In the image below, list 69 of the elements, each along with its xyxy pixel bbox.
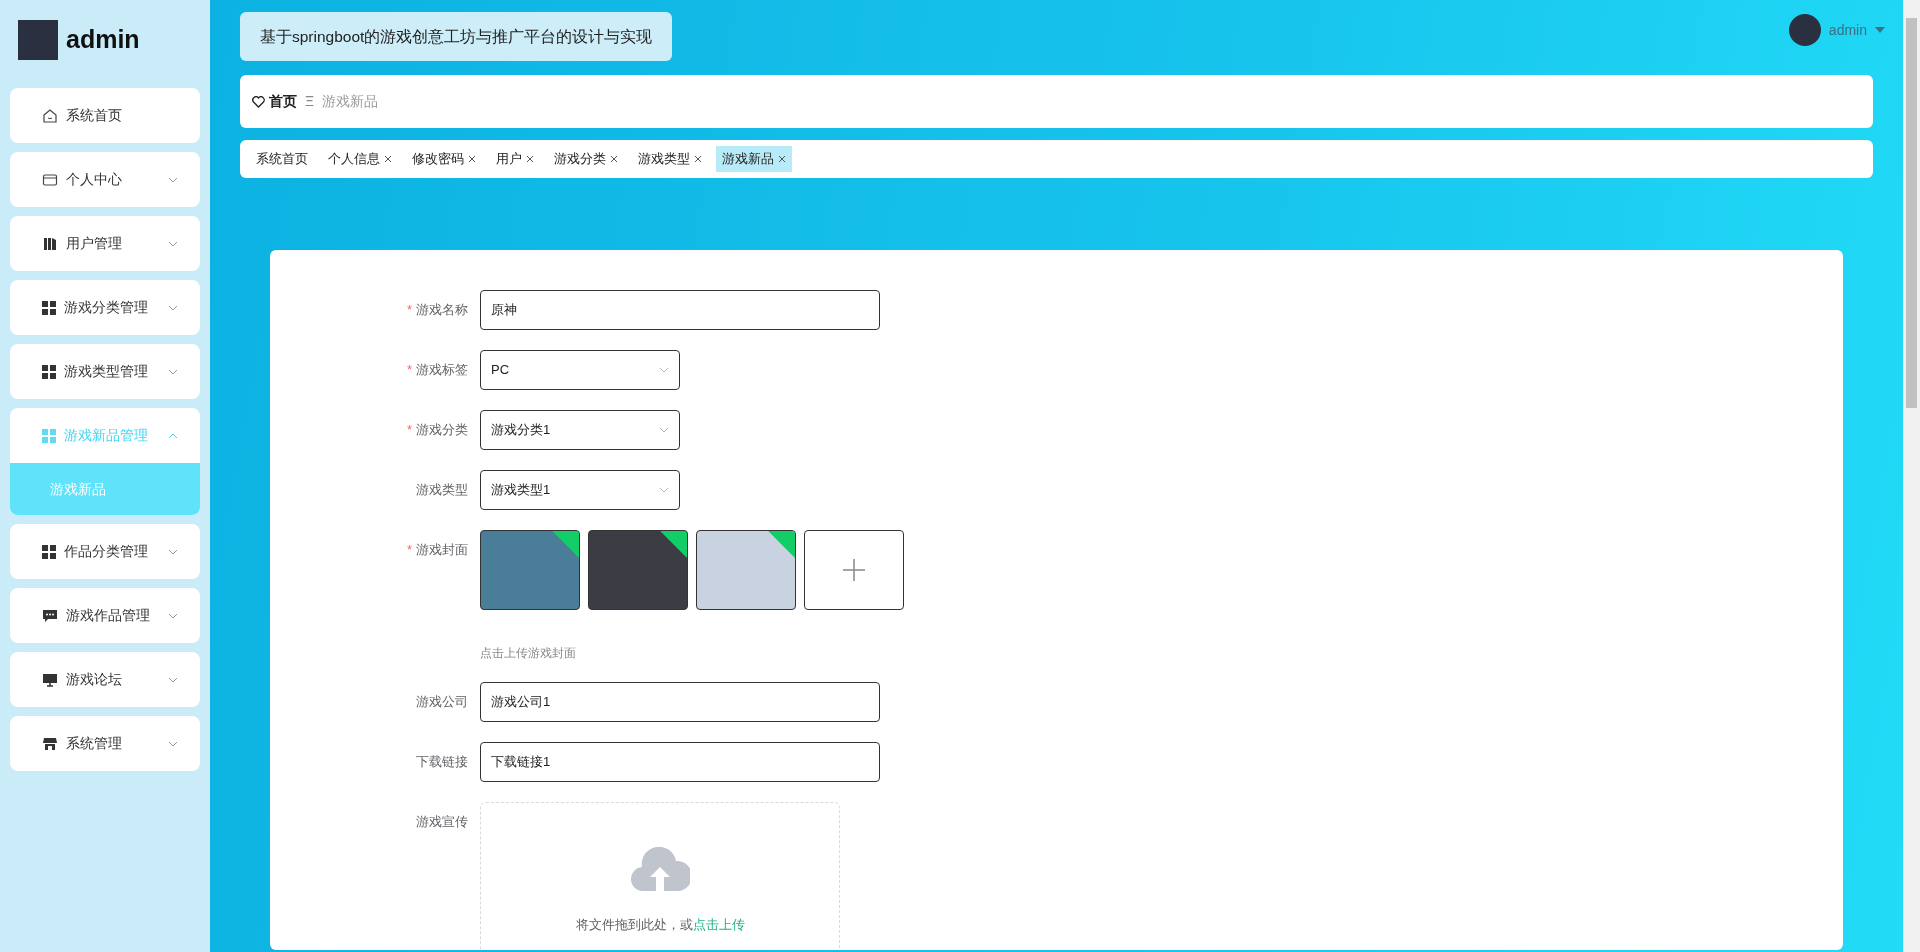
grid-icon xyxy=(42,364,56,379)
text-input[interactable]: 下载链接1 xyxy=(480,742,880,782)
menu-item[interactable]: 游戏分类管理 xyxy=(10,280,200,335)
required-mark: * xyxy=(406,542,412,557)
menu-item[interactable]: 作品分类管理 xyxy=(10,524,200,579)
close-icon[interactable] xyxy=(526,155,534,163)
scrollbar[interactable] xyxy=(1903,0,1920,952)
books-icon xyxy=(42,235,58,252)
field-label: * 游戏封面 xyxy=(405,541,469,559)
menu-item[interactable]: 游戏论坛 xyxy=(10,652,200,707)
chevron-icon xyxy=(659,487,669,493)
required-mark: * xyxy=(406,362,412,377)
grid-icon xyxy=(42,428,56,443)
field-label: 游戏类型 xyxy=(415,481,469,499)
home-icon xyxy=(42,107,58,124)
close-icon[interactable] xyxy=(468,155,476,163)
upload-instructions: 将文件拖到此处，或点击上传 xyxy=(575,916,745,934)
breadcrumb-separator: Ξ xyxy=(305,92,315,111)
field-label: 游戏公司 xyxy=(415,693,469,711)
tab[interactable]: 游戏新品 xyxy=(716,146,792,172)
menu-item[interactable]: 游戏类型管理 xyxy=(10,344,200,399)
brand-name: admin xyxy=(66,24,140,56)
tab[interactable]: 游戏分类 xyxy=(548,146,624,172)
menu-item[interactable]: 用户管理 xyxy=(10,216,200,271)
close-icon[interactable] xyxy=(778,155,786,163)
monitor-icon xyxy=(42,671,58,688)
select-field[interactable]: 游戏分类1 xyxy=(480,410,680,450)
breadcrumb-current: 游戏新品 xyxy=(322,92,379,111)
field-label: * 游戏标签 xyxy=(405,361,469,379)
tab[interactable]: 游戏类型 xyxy=(632,146,708,172)
field-label: 下载链接 xyxy=(415,753,469,771)
store-icon xyxy=(42,735,58,752)
field-label: * 游戏名称 xyxy=(405,301,469,319)
tab[interactable]: 修改密码 xyxy=(406,146,482,172)
chat-icon xyxy=(42,607,58,624)
caret-icon[interactable] xyxy=(1875,27,1885,33)
tab[interactable]: 用户 xyxy=(490,146,540,172)
card-icon xyxy=(42,171,58,188)
field-label: * 游戏分类 xyxy=(405,421,469,439)
tab[interactable]: 系统首页 xyxy=(250,146,314,172)
page-title: 基于springboot的游戏创意工坊与推广平台的设计与实现 xyxy=(240,12,673,61)
tab[interactable]: 个人信息 xyxy=(322,146,398,172)
select-field[interactable]: 游戏类型1 xyxy=(480,470,680,510)
field-label: 游戏宣传 xyxy=(415,813,469,831)
menu-item[interactable]: 游戏作品管理 xyxy=(10,588,200,643)
grid-icon xyxy=(42,300,56,315)
chevron-icon xyxy=(659,427,669,433)
chevron-icon xyxy=(659,367,669,373)
menu-item[interactable]: 个人中心 xyxy=(10,152,200,207)
breadcrumb-home[interactable]: 首页 xyxy=(269,91,297,112)
avatar-image xyxy=(18,20,58,60)
close-icon[interactable] xyxy=(384,155,392,163)
user-avatar xyxy=(1788,14,1821,46)
upload-dropzone[interactable]: 将文件拖到此处，或点击上传 xyxy=(480,802,840,950)
close-icon[interactable] xyxy=(694,155,702,163)
plus-icon xyxy=(842,558,866,582)
menu-item[interactable]: 系统首页 xyxy=(10,88,200,143)
required-mark: * xyxy=(406,302,412,317)
cloud-upload-icon xyxy=(630,847,690,891)
heart-icon xyxy=(252,95,265,108)
close-icon[interactable] xyxy=(610,155,618,163)
add-image-button[interactable] xyxy=(804,530,904,610)
select-field[interactable]: PC xyxy=(480,350,680,390)
text-input[interactable]: 游戏公司1 xyxy=(480,682,880,722)
text-input[interactable]: 原神 xyxy=(480,290,880,330)
required-mark: * xyxy=(406,422,412,437)
grid-icon xyxy=(42,544,56,559)
menu-item[interactable]: 系统管理 xyxy=(10,716,200,771)
upload-hint: 点击上传游戏封面 xyxy=(480,645,577,662)
